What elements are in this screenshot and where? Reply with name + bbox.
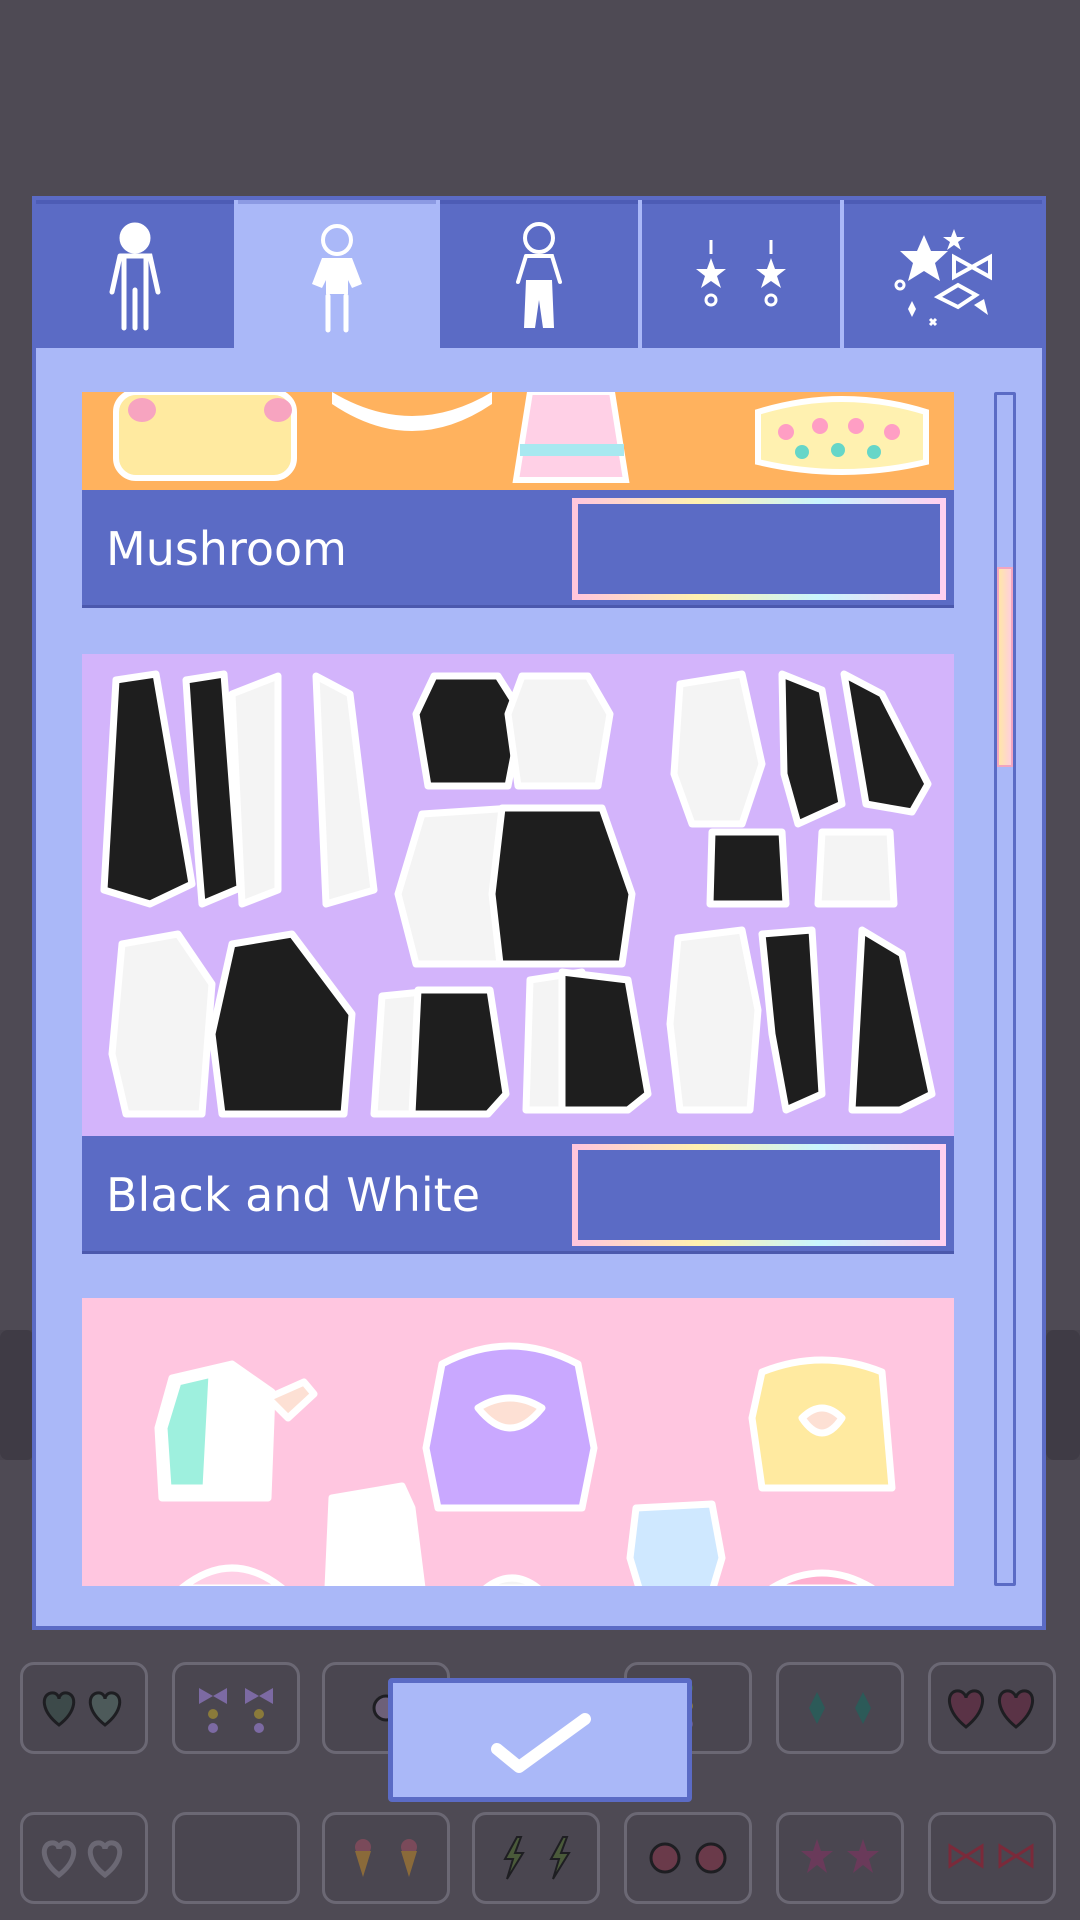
- scrollbar-thumb[interactable]: [997, 567, 1013, 767]
- pack-name: Black and White: [106, 1168, 480, 1222]
- item-flower-earrings: [624, 1812, 752, 1904]
- pack-select-button[interactable]: [572, 1144, 946, 1246]
- pack-list[interactable]: Mushroom Black and White: [82, 392, 954, 1586]
- item-moon-earrings: [172, 1812, 300, 1904]
- mushroom-pack-preview: [82, 392, 954, 490]
- pastel-pack-preview: [82, 1298, 954, 1586]
- pack-title-bar: Mushroom: [82, 490, 954, 608]
- black-white-pack-preview: [82, 654, 954, 1136]
- item-heart-earrings: [20, 1662, 148, 1754]
- tab-earrings[interactable]: [642, 200, 840, 348]
- bottom-clothing-icon: [516, 222, 562, 328]
- item-ribbon-earrings: [928, 1812, 1056, 1904]
- tab-tops[interactable]: [238, 200, 436, 352]
- tab-accessories[interactable]: [844, 200, 1042, 348]
- item-lightning-earrings: [472, 1812, 600, 1904]
- top-clothing-icon: [312, 224, 362, 333]
- pack-title-bar: Black and White: [82, 1136, 954, 1254]
- confirm-button[interactable]: [388, 1678, 692, 1802]
- item-icecream-earrings: [322, 1812, 450, 1904]
- tab-body[interactable]: [36, 200, 234, 348]
- pack-list-scrollbar[interactable]: [994, 392, 1016, 1586]
- checkmark-icon: [491, 1713, 591, 1773]
- outfit-pack-modal: Mushroom Black and White: [32, 196, 1046, 1630]
- item-bow-earrings: [172, 1662, 300, 1754]
- earrings-icon: [696, 240, 786, 307]
- pack-name: Mushroom: [106, 522, 347, 576]
- body-base-icon: [109, 222, 161, 331]
- item-dark-heart-earrings: [928, 1662, 1056, 1754]
- background-slot: [0, 1330, 34, 1460]
- tab-bottoms[interactable]: [440, 200, 638, 348]
- pack-select-button[interactable]: [572, 498, 946, 600]
- background-slot: [1046, 1330, 1080, 1460]
- item-gem-earrings: [776, 1662, 904, 1754]
- item-star-earrings: [776, 1812, 904, 1904]
- item-outline-heart-earrings: [20, 1812, 148, 1904]
- sparkle-accessories-icon: [894, 229, 992, 327]
- category-tabs: [36, 200, 1042, 352]
